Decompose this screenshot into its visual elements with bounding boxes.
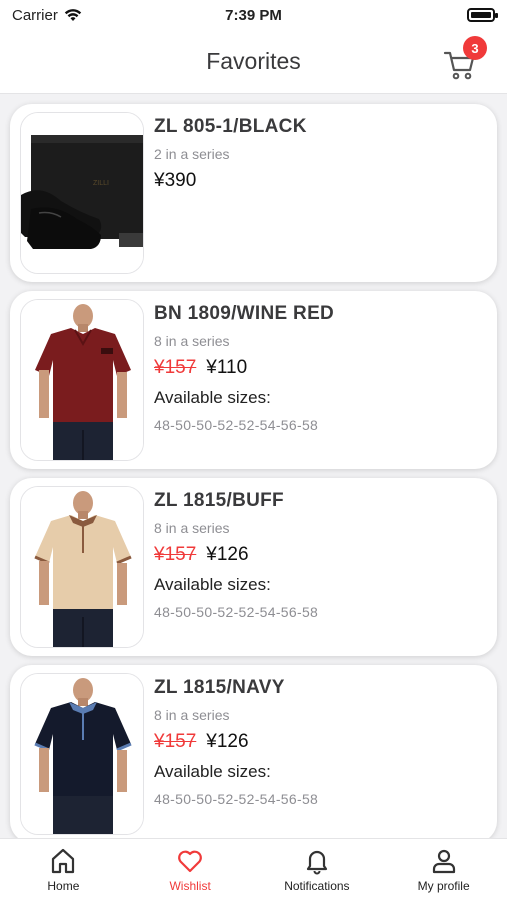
product-card[interactable]: ZL 1815/BUFF 8 in a series ¥157 ¥126 Ava… — [10, 478, 497, 656]
tab-home[interactable]: Home — [3, 839, 123, 893]
price-row: ¥157 ¥126 — [154, 544, 318, 566]
cart-count-badge: 3 — [463, 36, 487, 60]
product-name: ZL 805-1/BLACK — [154, 116, 307, 137]
svg-text:ZILLI: ZILLI — [93, 180, 109, 187]
product-name: ZL 1815/NAVY — [154, 677, 285, 698]
product-info: ZL 1815/NAVY 8 in a series ¥157 ¥126 Ava… — [144, 673, 318, 835]
current-price: ¥390 — [154, 170, 197, 191]
clock: 7:39 PM — [225, 6, 282, 24]
product-info: ZL 1815/BUFF 8 in a series ¥157 ¥126 Ava… — [144, 486, 318, 648]
status-bar: Carrier 7:39 PM — [0, 0, 507, 30]
tab-notifications[interactable]: Notifications — [257, 839, 377, 893]
current-price: ¥110 — [206, 357, 248, 378]
tab-profile-label: My profile — [417, 879, 470, 893]
price-row: ¥390 — [154, 170, 307, 192]
person-icon — [432, 849, 455, 874]
tab-wishlist-label: Wishlist — [169, 879, 211, 893]
tab-notifications-label: Notifications — [284, 879, 350, 893]
product-info: BN 1809/WINE RED 8 in a series ¥157 ¥110… — [144, 299, 334, 461]
bell-icon — [306, 850, 327, 875]
sizes-label: Available sizes: — [154, 575, 271, 594]
original-price: ¥157 — [154, 544, 197, 565]
product-image: ZILLI — [20, 112, 144, 274]
page-title: Favorites — [206, 48, 301, 74]
sizes-label: Available sizes: — [154, 388, 271, 407]
tab-profile[interactable]: My profile — [384, 839, 504, 893]
sizes-list: 48-50-50-52-52-54-56-58 — [154, 604, 319, 620]
series-count: 8 in a series — [154, 333, 230, 349]
product-info: ZL 805-1/BLACK 2 in a series ¥390 — [144, 112, 307, 274]
product-card[interactable]: ZL 1815/NAVY 8 in a series ¥157 ¥126 Ava… — [10, 665, 497, 838]
original-price: ¥157 — [154, 357, 197, 378]
sizes-label: Available sizes: — [154, 762, 271, 781]
product-image — [20, 673, 144, 835]
product-card[interactable]: ZILLI ZL 805-1/BLACK 2 in a series ¥390 — [10, 104, 497, 282]
favorites-list[interactable]: ZILLI ZL 805-1/BLACK 2 in a series ¥390 — [0, 94, 507, 838]
tab-home-label: Home — [47, 879, 80, 893]
sizes-list: 48-50-50-52-52-54-56-58 — [154, 417, 319, 433]
heart-icon — [178, 850, 203, 873]
product-name: BN 1809/WINE RED — [154, 303, 335, 324]
product-name: ZL 1815/BUFF — [154, 490, 284, 511]
original-price: ¥157 — [154, 731, 197, 752]
price-row: ¥157 ¥110 — [154, 357, 334, 379]
tab-bar: Home Wishlist Notifications My profile — [0, 838, 507, 900]
product-card[interactable]: BN 1809/WINE RED 8 in a series ¥157 ¥110… — [10, 291, 497, 469]
product-image — [20, 299, 144, 461]
series-count: 8 in a series — [154, 520, 230, 536]
home-icon — [52, 848, 75, 874]
series-count: 2 in a series — [154, 146, 230, 162]
series-count: 8 in a series — [154, 707, 230, 723]
cart-button[interactable]: 3 — [443, 36, 487, 82]
product-image — [20, 486, 144, 648]
battery-icon — [467, 8, 498, 22]
current-price: ¥126 — [206, 731, 249, 752]
nav-header: Favorites 3 — [0, 30, 507, 94]
sizes-list: 48-50-50-52-52-54-56-58 — [154, 791, 319, 807]
price-row: ¥157 ¥126 — [154, 731, 318, 753]
current-price: ¥126 — [206, 544, 249, 565]
tab-wishlist[interactable]: Wishlist — [130, 839, 250, 893]
